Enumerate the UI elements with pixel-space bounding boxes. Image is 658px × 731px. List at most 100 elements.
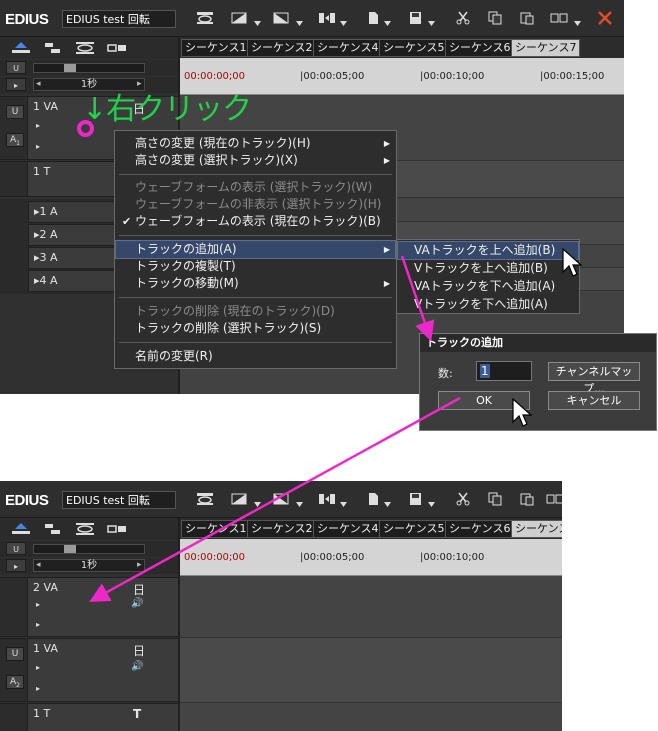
sync-icon[interactable] [42,522,64,536]
tab-sequence-5[interactable]: シーケンス5 [379,520,449,538]
tab-sequence-1[interactable]: シーケンス1 [181,39,251,57]
replace-icon[interactable] [546,492,562,506]
dropdown-arrow-icon[interactable] [340,20,347,27]
menu-item-duplicate-track[interactable]: トラックの複製(T) [116,258,395,275]
submenu-v-above[interactable]: Vトラックを上へ追加(B) [398,260,578,277]
save-icon[interactable] [406,492,424,506]
tab-sequence-2[interactable]: シーケンス2 [247,39,317,57]
title-track-icon[interactable]: T [133,707,141,721]
zoom-left-icon[interactable]: ◂ [36,560,41,570]
menu-item-delete-selected[interactable]: トラックの削除 (選択トラック)(S) [116,320,395,337]
slider-knob[interactable] [64,64,76,72]
replace-icon[interactable] [550,11,568,25]
expand-icon[interactable]: ▸ [36,684,40,693]
link-icon[interactable] [106,522,128,536]
expand-button[interactable]: ▸ [6,559,26,572]
tab-sequence-6[interactable]: シーケンス6 [445,39,515,57]
track-lane-1va[interactable] [180,638,562,703]
clip-mode-icon[interactable] [74,41,96,55]
tab-sequence-7[interactable]: シーケンス7 [511,520,562,538]
tab-sequence-6[interactable]: シーケンス6 [445,520,515,538]
expand-icon[interactable]: ▸ [36,663,40,672]
effect-icon[interactable] [272,11,290,25]
menu-item-height-current[interactable]: 高さの変更 (現在のトラック)(H) ▶ [116,135,395,152]
effect-icon[interactable] [272,492,290,506]
dropdown-arrow-icon[interactable] [384,501,391,508]
zoom-left-icon[interactable]: ◂ [36,79,41,89]
tab-sequence-7[interactable]: シーケンス7 [511,39,581,57]
menu-item-waveform-hide-selected[interactable]: ウェーブフォームの非表示 (選択トラック)(H) [116,196,395,213]
copy-icon[interactable] [486,11,504,25]
video-patch-button[interactable]: U [6,647,24,661]
menu-item-add-track[interactable]: トラックの追加(A) ▶ [115,240,396,259]
cut-icon[interactable] [454,492,472,506]
track-header-1va[interactable]: U A2 1 VA 日 ▸ 🔊 ▸ [0,638,178,702]
expand-icon[interactable]: ▸ [36,121,40,130]
delete-icon[interactable] [596,11,614,25]
expand-icon[interactable]: ▸ [36,620,40,629]
menu-item-rename[interactable]: 名前の変更(R) [116,348,395,365]
new-file-icon[interactable] [364,11,382,25]
zoom-right-icon[interactable]: ▸ [137,560,142,570]
dropdown-arrow-icon[interactable] [254,501,261,508]
sync-icon[interactable] [42,41,64,55]
dropdown-arrow-icon[interactable] [340,501,347,508]
dropdown-arrow-icon[interactable] [254,20,261,27]
submenu-v-below[interactable]: Vトラックを下へ追加(A) [398,296,578,313]
split-icon[interactable] [318,11,336,25]
cancel-button[interactable]: キャンセル [548,391,640,410]
time-ruler[interactable]: 00:00:00;00 |00:00:05;00 |00:00:10;00 [180,539,562,576]
tab-sequence-5[interactable]: シーケンス5 [379,39,449,57]
tab-sequence-4[interactable]: シーケンス4 [313,520,383,538]
slider-knob[interactable] [64,545,76,553]
track-height-slider[interactable] [33,63,145,73]
tab-sequence-4[interactable]: シーケンス4 [313,39,383,57]
lock-button[interactable]: U [6,542,26,555]
dropdown-arrow-icon[interactable] [384,20,391,27]
track-height-slider[interactable] [33,544,145,554]
audio-patch-button[interactable]: A2 [6,675,24,689]
mode-icon[interactable] [10,522,32,536]
split-icon[interactable] [318,492,336,506]
expand-button[interactable]: ▸ [6,78,26,91]
transition-icon[interactable] [230,11,248,25]
track-header-1t[interactable]: 1 T T [0,703,178,731]
track-header-2va[interactable]: 2 VA 日 ▸ 🔊 ▸ [0,577,178,637]
speaker-icon[interactable]: 🔊 [131,598,143,609]
video-mute-icon[interactable]: 日 [133,581,145,598]
audio-patch-button[interactable]: A1 [6,133,24,147]
new-file-icon[interactable] [364,492,382,506]
dropdown-arrow-icon[interactable] [296,501,303,508]
menu-item-waveform-show-selected[interactable]: ウェーブフォームの表示 (選択トラック)(W) [116,179,395,196]
video-mute-icon[interactable]: 日 [133,642,145,659]
tab-sequence-1[interactable]: シーケンス1 [181,520,251,538]
dropdown-arrow-icon[interactable] [296,20,303,27]
lock-button[interactable]: U [6,61,26,74]
dropdown-arrow-icon[interactable] [428,20,435,27]
expand-icon[interactable]: ▸ [36,600,40,609]
menu-item-height-selected[interactable]: 高さの変更 (選択トラック)(X) ▶ [116,152,395,169]
link-icon[interactable] [106,41,128,55]
copy-icon[interactable] [486,492,504,506]
transition-icon[interactable] [230,492,248,506]
submenu-va-below[interactable]: VAトラックを下へ追加(A) [398,278,578,295]
tab-sequence-2[interactable]: シーケンス2 [247,520,317,538]
mode-icon[interactable] [10,41,32,55]
submenu-va-above[interactable]: VAトラックを上へ追加(B) [397,241,579,260]
menu-item-move-track[interactable]: トラックの移動(M) ▶ [116,275,395,292]
track-lane-1t[interactable] [180,703,562,731]
video-patch-button[interactable]: U [6,105,24,119]
speaker-icon[interactable]: 🔊 [131,661,143,672]
count-input[interactable]: 1 [476,361,532,381]
menu-item-waveform-show-current[interactable]: ✔ ウェーブフォームの表示 (現在のトラック)(B) [116,213,395,230]
clip-mode-icon[interactable] [74,522,96,536]
dropdown-arrow-icon[interactable] [574,20,581,27]
clip-icon[interactable] [196,11,214,25]
paste-icon[interactable] [518,11,536,25]
paste-icon[interactable] [518,492,536,506]
save-icon[interactable] [406,11,424,25]
cut-icon[interactable] [454,11,472,25]
track-lane-2va[interactable] [180,577,562,638]
channel-map-button[interactable]: チャンネルマップ... [548,362,640,395]
clip-icon[interactable] [196,492,214,506]
